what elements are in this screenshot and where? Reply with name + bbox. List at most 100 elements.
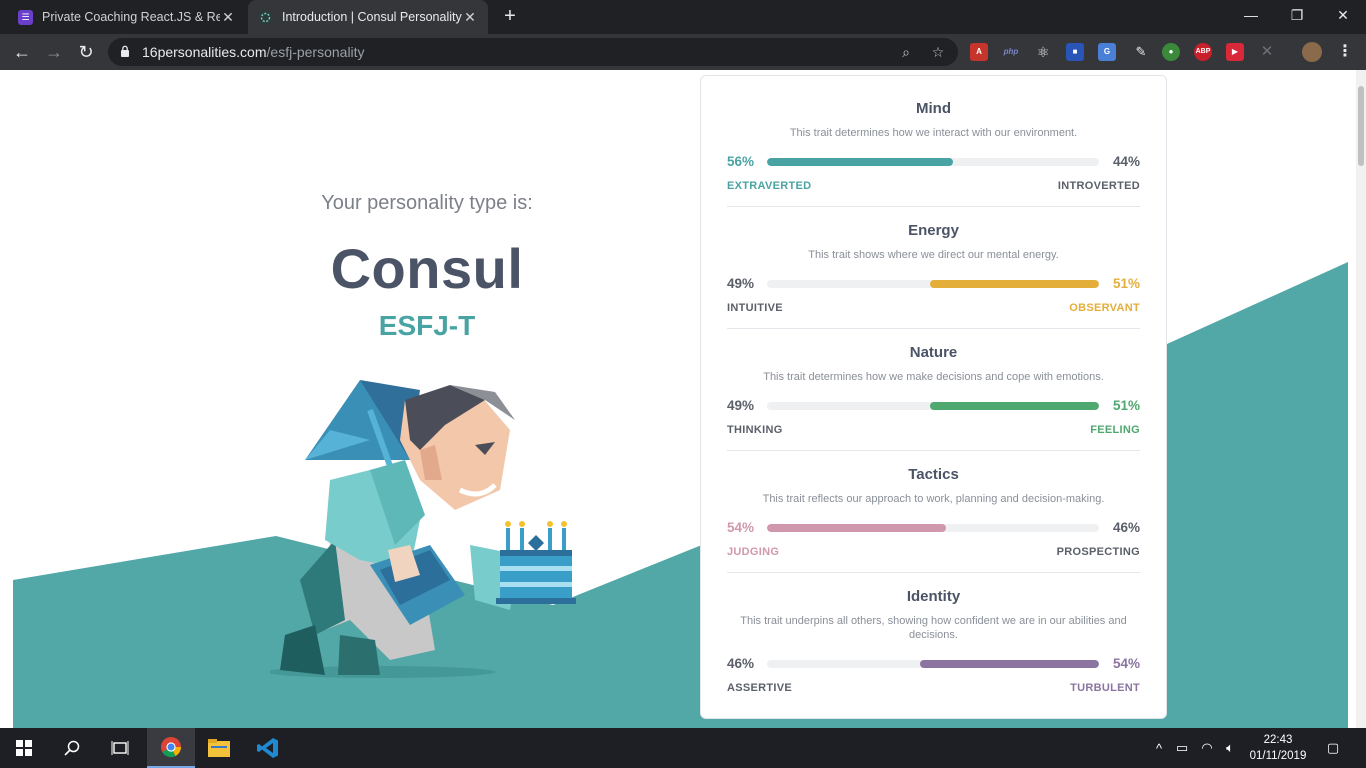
trait-divider — [727, 328, 1140, 329]
x-icon[interactable]: ✕ — [1258, 43, 1276, 61]
taskbar-clock[interactable]: 22:43 01/11/2019 — [1242, 732, 1314, 764]
trait-bar — [767, 158, 1099, 166]
tab-title: Private Coaching React.JS & React — [42, 10, 220, 24]
tab-coaching[interactable]: ☰ Private Coaching React.JS & React ✕ — [8, 0, 246, 34]
react-icon[interactable]: ⚛ — [1034, 43, 1052, 61]
trait-name: Nature — [909, 344, 958, 361]
page-content: Your personality type is: Consul ESFJ-T — [0, 70, 1366, 728]
square-icon[interactable]: ■ — [1066, 43, 1084, 61]
trait-right-label: FEELING — [1090, 424, 1140, 436]
trait-right-percent: 51% — [1112, 276, 1140, 291]
trait-left-percent: 54% — [727, 520, 755, 535]
trait-right-percent: 51% — [1112, 398, 1140, 413]
list-icon: ☰ — [18, 9, 33, 25]
browser-toolbar: ← → ↻ 16personalities.com/esfj-personali… — [0, 34, 1366, 70]
trait-divider — [727, 572, 1140, 573]
trait-left-label: ASSERTIVE — [727, 682, 793, 694]
trait-divider — [727, 450, 1140, 451]
windows-start-icon[interactable] — [0, 728, 48, 768]
battery-icon[interactable]: ▭ — [1172, 728, 1192, 768]
trait-bar-fill — [767, 158, 953, 166]
php-icon[interactable]: php — [1002, 43, 1020, 61]
trait-right-label: OBSERVANT — [1069, 302, 1140, 314]
url-path: /esfj-personality — [266, 44, 365, 60]
trait-name: Identity — [906, 588, 961, 605]
clock-date: 01/11/2019 — [1249, 750, 1307, 762]
trait-right-label: TURBULENT — [1070, 682, 1140, 694]
avatar[interactable] — [1302, 42, 1322, 62]
show-hidden-icons[interactable]: ^ — [1150, 728, 1168, 768]
close-tab-icon[interactable]: ✕ — [220, 9, 236, 26]
tab-title: Introduction | Consul Personality — [282, 10, 462, 24]
tab-consul[interactable]: Introduction | Consul Personality ✕ — [248, 0, 488, 34]
trait-left-percent: 56% — [727, 154, 755, 169]
trait-description: This trait determines how we interact wi… — [789, 127, 1078, 139]
page-scrollbar[interactable] — [1356, 70, 1366, 728]
tab-bar: ☰ Private Coaching React.JS & React ✕ In… — [0, 0, 1366, 34]
volume-icon[interactable]: 🔈︎ — [1220, 728, 1240, 768]
trait-divider — [727, 206, 1140, 207]
trait-description: This trait shows where we direct our men… — [808, 249, 1059, 261]
trait-left-percent: 46% — [727, 656, 755, 671]
trait-right-label: INTROVERTED — [1057, 180, 1140, 192]
traits-card: Mind This trait determines how we interac… — [700, 75, 1167, 719]
16p-favicon-icon — [258, 9, 273, 25]
trait-left-percent: 49% — [727, 276, 755, 291]
trait-name: Energy — [908, 222, 959, 239]
address-bar[interactable]: 16personalities.com/esfj-personality ⌕ ☆ — [108, 38, 958, 66]
forward-button[interactable]: → — [42, 40, 66, 64]
trait-bar — [767, 524, 1099, 532]
url-text: 16personalities.com/esfj-personality — [142, 44, 365, 60]
minimize-button[interactable]: — — [1228, 0, 1274, 34]
hero-subtitle: Your personality type is: — [321, 192, 533, 214]
trait-description: This trait reflects our approach to work… — [762, 493, 1105, 505]
trait-right-percent: 44% — [1112, 154, 1140, 169]
trait-right-label: PROSPECTING — [1056, 546, 1140, 558]
trait-left-label: JUDGING — [727, 546, 780, 558]
trait-left-percent: 49% — [727, 398, 755, 413]
trait-left-label: THINKING — [727, 424, 783, 436]
trait-left-label: EXTRAVERTED — [727, 180, 812, 192]
back-button[interactable]: ← — [10, 40, 34, 64]
vscode-icon[interactable] — [244, 728, 292, 768]
pdf-icon[interactable]: A — [970, 43, 988, 61]
puzzle-icon[interactable]: ● — [1162, 43, 1180, 61]
chrome-taskbar-icon[interactable] — [147, 728, 195, 768]
trait-left-label: INTUITIVE — [727, 302, 783, 314]
trait-bar-fill — [920, 660, 1099, 668]
task-view-icon[interactable] — [96, 728, 144, 768]
video-icon[interactable]: ▶ — [1226, 43, 1244, 61]
personality-type-code: ESFJ-T — [378, 310, 476, 341]
trait-bar-fill — [930, 280, 1099, 288]
trait-bar-fill — [767, 524, 946, 532]
wifi-icon[interactable]: ◠ — [1196, 728, 1218, 768]
trait-bar — [767, 402, 1099, 410]
trait-right-percent: 46% — [1112, 520, 1140, 535]
consul-illustration — [270, 380, 576, 678]
restore-button[interactable]: ❐ — [1274, 0, 1320, 34]
trait-name: Tactics — [908, 466, 959, 483]
menu-icon[interactable]: ⋮ — [1336, 43, 1354, 61]
reload-button[interactable]: ↻ — [74, 40, 98, 64]
zoom-icon[interactable]: ⌕ — [896, 42, 916, 62]
trait-right-percent: 54% — [1112, 656, 1140, 671]
trait-description: This trait underpins all others, showing… — [740, 615, 1127, 641]
search-icon[interactable] — [48, 728, 96, 768]
file-explorer-icon[interactable] — [195, 728, 243, 768]
windows-taskbar: ^ ▭ ◠ 🔈︎ 22:43 01/11/2019 ▢ — [0, 728, 1366, 768]
lock-icon — [121, 45, 129, 57]
pen-icon[interactable]: ✎ — [1132, 43, 1150, 61]
personality-type-name: Consul — [330, 237, 524, 300]
clock-time: 22:43 — [1263, 734, 1293, 746]
bookmark-star-icon[interactable]: ☆ — [928, 42, 948, 62]
trait-description: This trait determines how we make decisi… — [763, 371, 1104, 383]
trait-bar-fill — [930, 402, 1099, 410]
scrollbar-thumb[interactable] — [1358, 86, 1364, 166]
close-tab-icon[interactable]: ✕ — [462, 9, 478, 26]
translate-icon[interactable]: G — [1098, 43, 1116, 61]
notifications-icon[interactable]: ▢ — [1318, 728, 1348, 768]
close-window-button[interactable]: ✕ — [1320, 0, 1366, 34]
new-tab-button[interactable]: + — [500, 6, 520, 26]
abp-icon[interactable]: ABP — [1194, 43, 1212, 61]
trait-bar — [767, 660, 1099, 668]
